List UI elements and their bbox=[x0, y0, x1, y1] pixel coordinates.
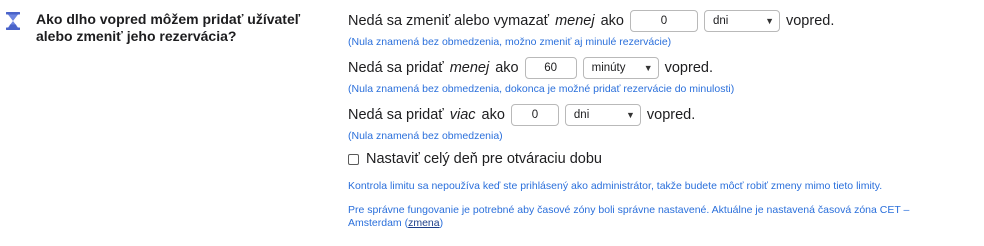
chevron-down-icon: ▼ bbox=[625, 110, 635, 120]
row1-ako: ako bbox=[600, 13, 624, 29]
row1-emphasis: menej bbox=[555, 13, 595, 29]
row3-end: vopred. bbox=[646, 107, 696, 123]
chevron-down-icon: ▼ bbox=[643, 63, 653, 73]
row3-ako: ako bbox=[481, 107, 505, 123]
row1-end: vopred. bbox=[785, 13, 835, 29]
change-delete-limit-row: Nedá sa zmeniť alebo vymazať menej ako d… bbox=[348, 10, 834, 32]
add-min-unit-select[interactable]: minúty ▼ bbox=[582, 57, 659, 79]
full-day-label: Nastaviť celý deň pre otváraciu dobu bbox=[366, 151, 602, 167]
change-delete-unit-select[interactable]: dni ▼ bbox=[703, 10, 780, 32]
change-delete-hint: (Nula znamená bez obmedzenia, možno zmen… bbox=[348, 36, 672, 48]
change-delete-unit-value: dni bbox=[712, 15, 729, 27]
hourglass-icon bbox=[6, 12, 20, 30]
row2-emphasis: menej bbox=[449, 60, 490, 76]
timezone-change-link[interactable]: zmena bbox=[408, 217, 440, 229]
full-day-checkbox[interactable] bbox=[348, 153, 359, 165]
add-max-limit-input[interactable] bbox=[510, 104, 559, 126]
add-min-unit-value: minúty bbox=[591, 62, 626, 74]
add-min-hint: (Nula znamená bez obmedzenia, dokonca je… bbox=[348, 83, 735, 95]
row2-ako: ako bbox=[495, 60, 519, 76]
add-max-limit-row: Nedá sa pridať viac ako dni ▼ vopred. bbox=[348, 104, 695, 126]
row1-text: Nedá sa zmeniť alebo vymazať bbox=[348, 13, 550, 29]
add-min-limit-row: Nedá sa pridať menej ako minúty ▼ vopred… bbox=[348, 57, 713, 79]
timezone-note: Pre správne fungovanie je potrebné aby č… bbox=[348, 204, 948, 230]
chevron-down-icon: ▼ bbox=[765, 16, 774, 26]
change-delete-limit-input[interactable] bbox=[629, 10, 698, 32]
timezone-end: ) bbox=[439, 217, 444, 229]
row3-text: Nedá sa pridať bbox=[348, 107, 444, 123]
row2-end: vopred. bbox=[664, 60, 713, 76]
full-day-checkbox-row[interactable]: Nastaviť celý deň pre otváraciu dobu bbox=[348, 151, 602, 167]
add-max-unit-select[interactable]: dni ▼ bbox=[564, 104, 641, 126]
add-max-hint: (Nula znamená bez obmedzenia) bbox=[348, 130, 503, 142]
row3-emphasis: viac bbox=[449, 107, 476, 123]
add-min-limit-input[interactable] bbox=[524, 57, 577, 79]
row2-text: Nedá sa pridať bbox=[348, 60, 444, 76]
admin-note: Kontrola limitu sa nepoužíva keď ste pri… bbox=[348, 180, 883, 192]
section-heading: Ako dlho vopred môžem pridať užívateľ al… bbox=[36, 11, 301, 44]
add-max-unit-value: dni bbox=[573, 109, 590, 121]
